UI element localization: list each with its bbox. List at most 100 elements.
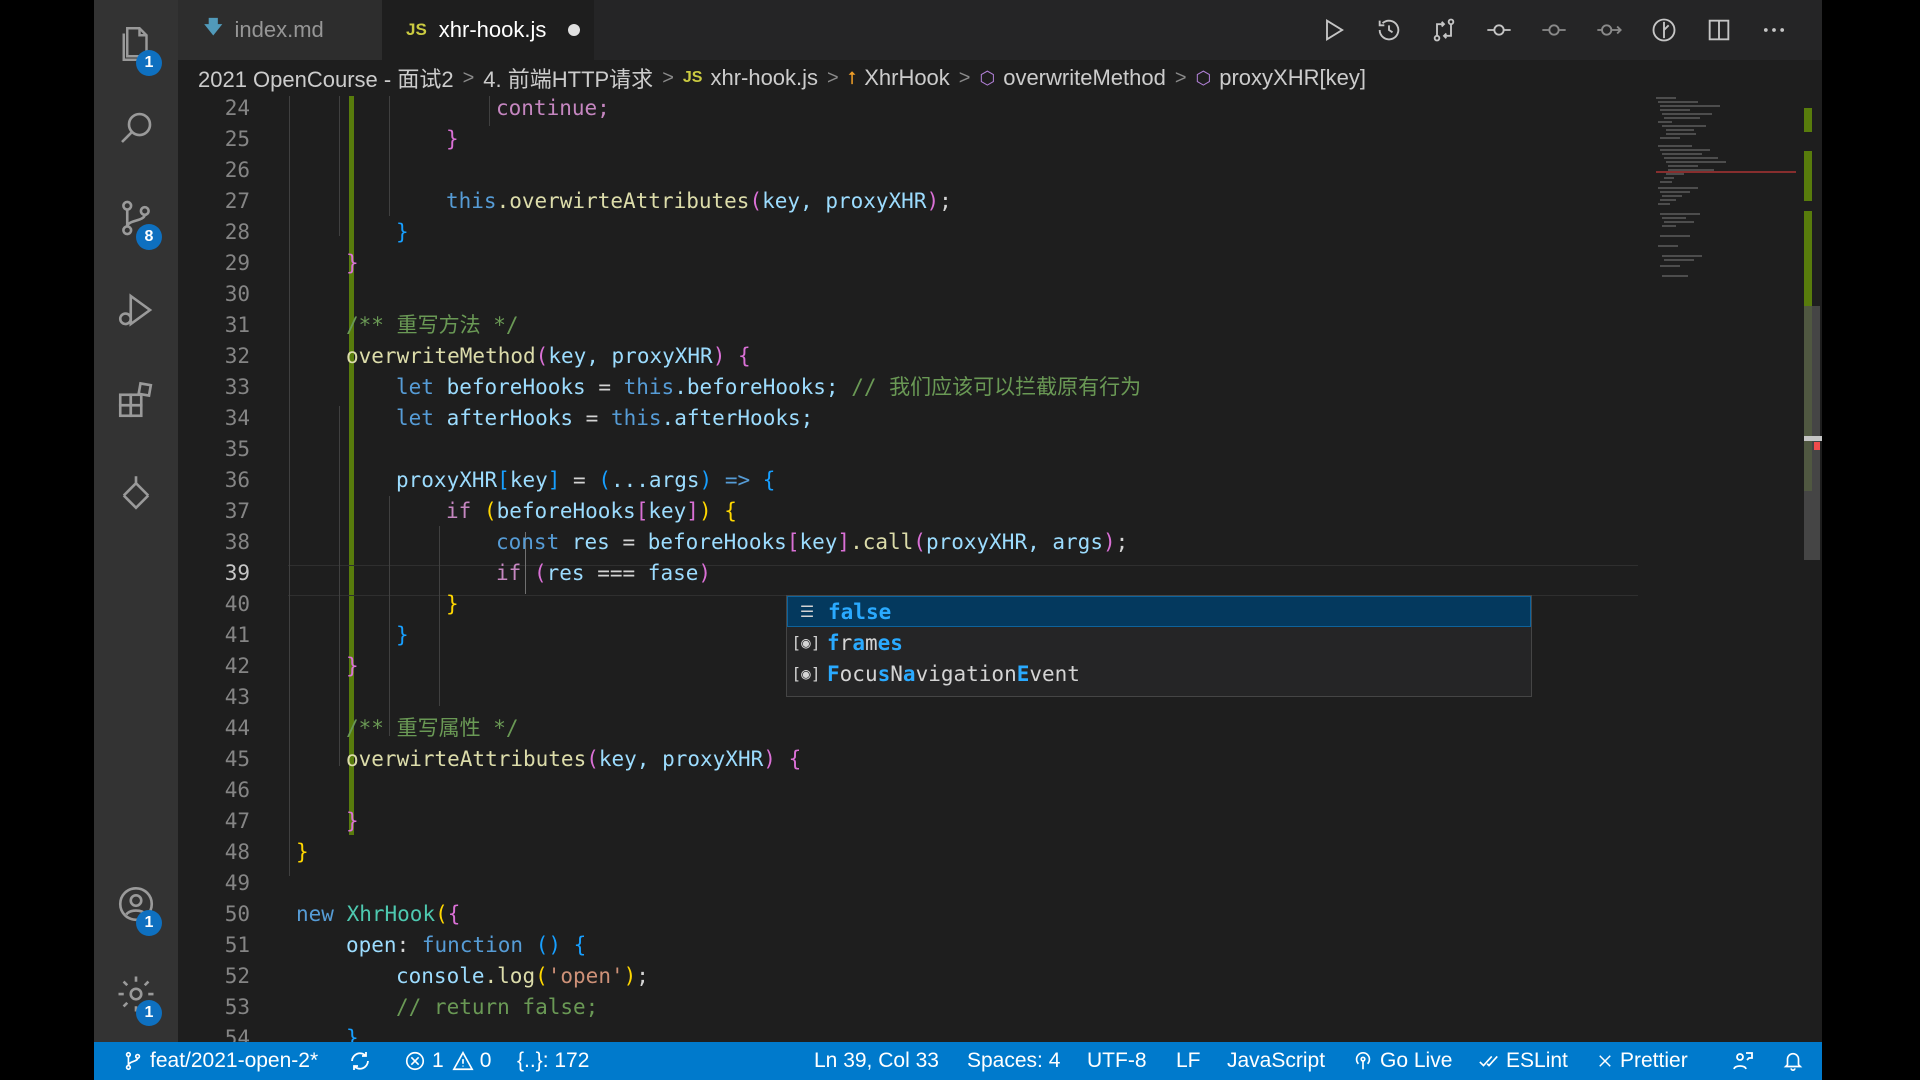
line-number: 49 [224, 871, 250, 895]
encoding-status[interactable]: UTF-8 [1087, 1042, 1147, 1080]
sync-button[interactable] [348, 1042, 378, 1080]
accounts-button[interactable]: 1 [94, 868, 178, 940]
line-code: } [446, 589, 459, 620]
notifications-button[interactable] [1782, 1042, 1810, 1080]
breadcrumb-file[interactable]: JS xhr-hook.js [683, 65, 818, 91]
code-line: 48} [178, 837, 1638, 868]
code-line: 32 overwriteMethod(key, proxyXHR) { [178, 341, 1638, 372]
punctuation: ) [712, 344, 726, 368]
git-commit-button[interactable] [1481, 12, 1517, 48]
eol-status[interactable]: LF [1176, 1042, 1201, 1080]
language-mode[interactable]: JavaScript [1227, 1042, 1325, 1080]
suggestion-label: false [828, 599, 892, 624]
punctuation: ( [586, 747, 599, 771]
go-live-button[interactable]: Go Live [1352, 1042, 1452, 1080]
punctuation [712, 499, 725, 523]
line-code: const res = beforeHooks[key].call(proxyX… [496, 527, 1128, 558]
code-editor[interactable]: 24 continue; 25} 26 27 this.overwirteAttribut… [178, 96, 1638, 1042]
compare-changes-button[interactable] [1426, 12, 1462, 48]
code-token: key, proxyXHR [598, 747, 764, 771]
chevron-right-icon: > [662, 66, 674, 89]
suggestion-frames[interactable]: [◉] frames [787, 627, 1531, 658]
line-number: 44 [224, 716, 250, 740]
punctuation: ; [636, 964, 649, 988]
line-code: let afterHooks = this.afterHooks; [396, 403, 813, 434]
code-token: .log [484, 964, 536, 988]
extensions-button[interactable] [94, 364, 178, 436]
double-check-icon [1479, 1055, 1498, 1067]
method-symbol-icon: ⬡ [979, 67, 996, 88]
code-line: 38 const res = beforeHooks[key].call(prox… [178, 527, 1638, 558]
unsaved-dot-icon[interactable] [568, 24, 581, 36]
punctuation: ( [533, 561, 547, 585]
code-line: 52 console.log('open'); [178, 961, 1638, 992]
previous-change-button[interactable] [1536, 12, 1572, 48]
split-editor-button[interactable] [1701, 12, 1737, 48]
next-commit-icon [1597, 24, 1622, 36]
live-share-button[interactable] [1731, 1042, 1761, 1080]
code-token: /** 重写方法 */ [346, 313, 519, 337]
variable-icon: [◉] [791, 664, 821, 683]
tab-bar: 🡇 index.md JS xhr-hook.js [178, 0, 1822, 60]
search-button[interactable] [94, 92, 178, 164]
remote-explorer-icon [122, 476, 150, 510]
line-code: /** 重写属性 */ [346, 713, 519, 744]
line-number: 46 [224, 778, 250, 802]
more-actions-button[interactable] [1756, 12, 1792, 48]
suggestion-label: frames [827, 630, 903, 655]
gitlens-button[interactable] [1646, 12, 1682, 48]
code-token: new [296, 902, 334, 926]
run-debug-button[interactable] [94, 274, 178, 346]
commit-icon [1487, 24, 1511, 36]
suggestion-focusnavigationevent[interactable]: [◉] FocusNavigationEvent [787, 658, 1531, 689]
history-icon [1378, 19, 1400, 41]
code-token: if [446, 499, 472, 523]
next-change-button[interactable] [1591, 12, 1627, 48]
punctuation: { [738, 344, 751, 368]
code-line: 34 let afterHooks = this.afterHooks; [178, 403, 1638, 434]
suggestion-false[interactable]: ☰ false [787, 596, 1531, 627]
punctuation [561, 933, 574, 957]
punctuation: : [396, 933, 422, 957]
breadcrumb-folder-root[interactable]: 2021 OpenCourse - 面试2 [198, 62, 454, 94]
breadcrumb-class[interactable]: ⭡ XhrHook [848, 65, 950, 91]
vertical-scrollbar[interactable] [1800, 96, 1822, 1042]
code-token: 'open' [547, 964, 624, 988]
remote-explorer-button[interactable] [94, 456, 178, 528]
breadcrumb-folder[interactable]: 4. 前端HTTP请求 [483, 62, 653, 94]
line-code: } [346, 248, 359, 279]
prettier-status[interactable]: Prettier [1596, 1042, 1688, 1080]
code-line: 37 if (beforeHooks[key]) { [178, 496, 1638, 527]
run-button[interactable] [1316, 12, 1352, 48]
breadcrumb-property[interactable]: ⬡ proxyXHR[key] [1196, 65, 1366, 91]
explorer-button[interactable]: 1 [94, 8, 178, 80]
code-line: 51 open: function () { [178, 930, 1638, 961]
play-icon [1326, 18, 1344, 42]
split-editor-icon [1708, 19, 1730, 41]
branch-status[interactable]: feat/2021-open-2* [122, 1042, 318, 1080]
suggestion-label: FocusNavigationEvent [827, 661, 1080, 686]
indentation-status[interactable]: Spaces: 4 [967, 1042, 1060, 1080]
punctuation: ( [483, 499, 497, 523]
line-code: } [396, 620, 409, 651]
punctuation: } [446, 127, 459, 151]
punctuation: } [396, 623, 409, 647]
problems-status[interactable]: 1 0 [404, 1042, 491, 1080]
symbols-status[interactable]: {..}: 172 [517, 1042, 589, 1080]
code-token: key [509, 468, 548, 492]
timeline-button[interactable] [1371, 12, 1407, 48]
punctuation: ) [698, 499, 712, 523]
breadcrumb-property-label: proxyXHR[key] [1219, 65, 1366, 90]
source-control-button[interactable]: 8 [94, 182, 178, 254]
tab-xhr-hook-js[interactable]: JS xhr-hook.js [382, 0, 594, 60]
minimap[interactable] [1652, 96, 1802, 296]
punctuation: [ [497, 468, 510, 492]
breadcrumb-method[interactable]: ⬡ overwriteMethod [979, 65, 1165, 91]
code-line: 33 let beforeHooks = this.beforeHooks; //… [178, 372, 1638, 403]
eslint-status[interactable]: ESLint [1478, 1042, 1568, 1080]
tab-index-md[interactable]: 🡇 index.md [178, 0, 382, 60]
manage-button[interactable]: 1 [94, 958, 178, 1030]
punctuation: ( [535, 344, 549, 368]
punctuation: ( [749, 189, 763, 213]
cursor-position[interactable]: Ln 39, Col 33 [814, 1042, 939, 1080]
